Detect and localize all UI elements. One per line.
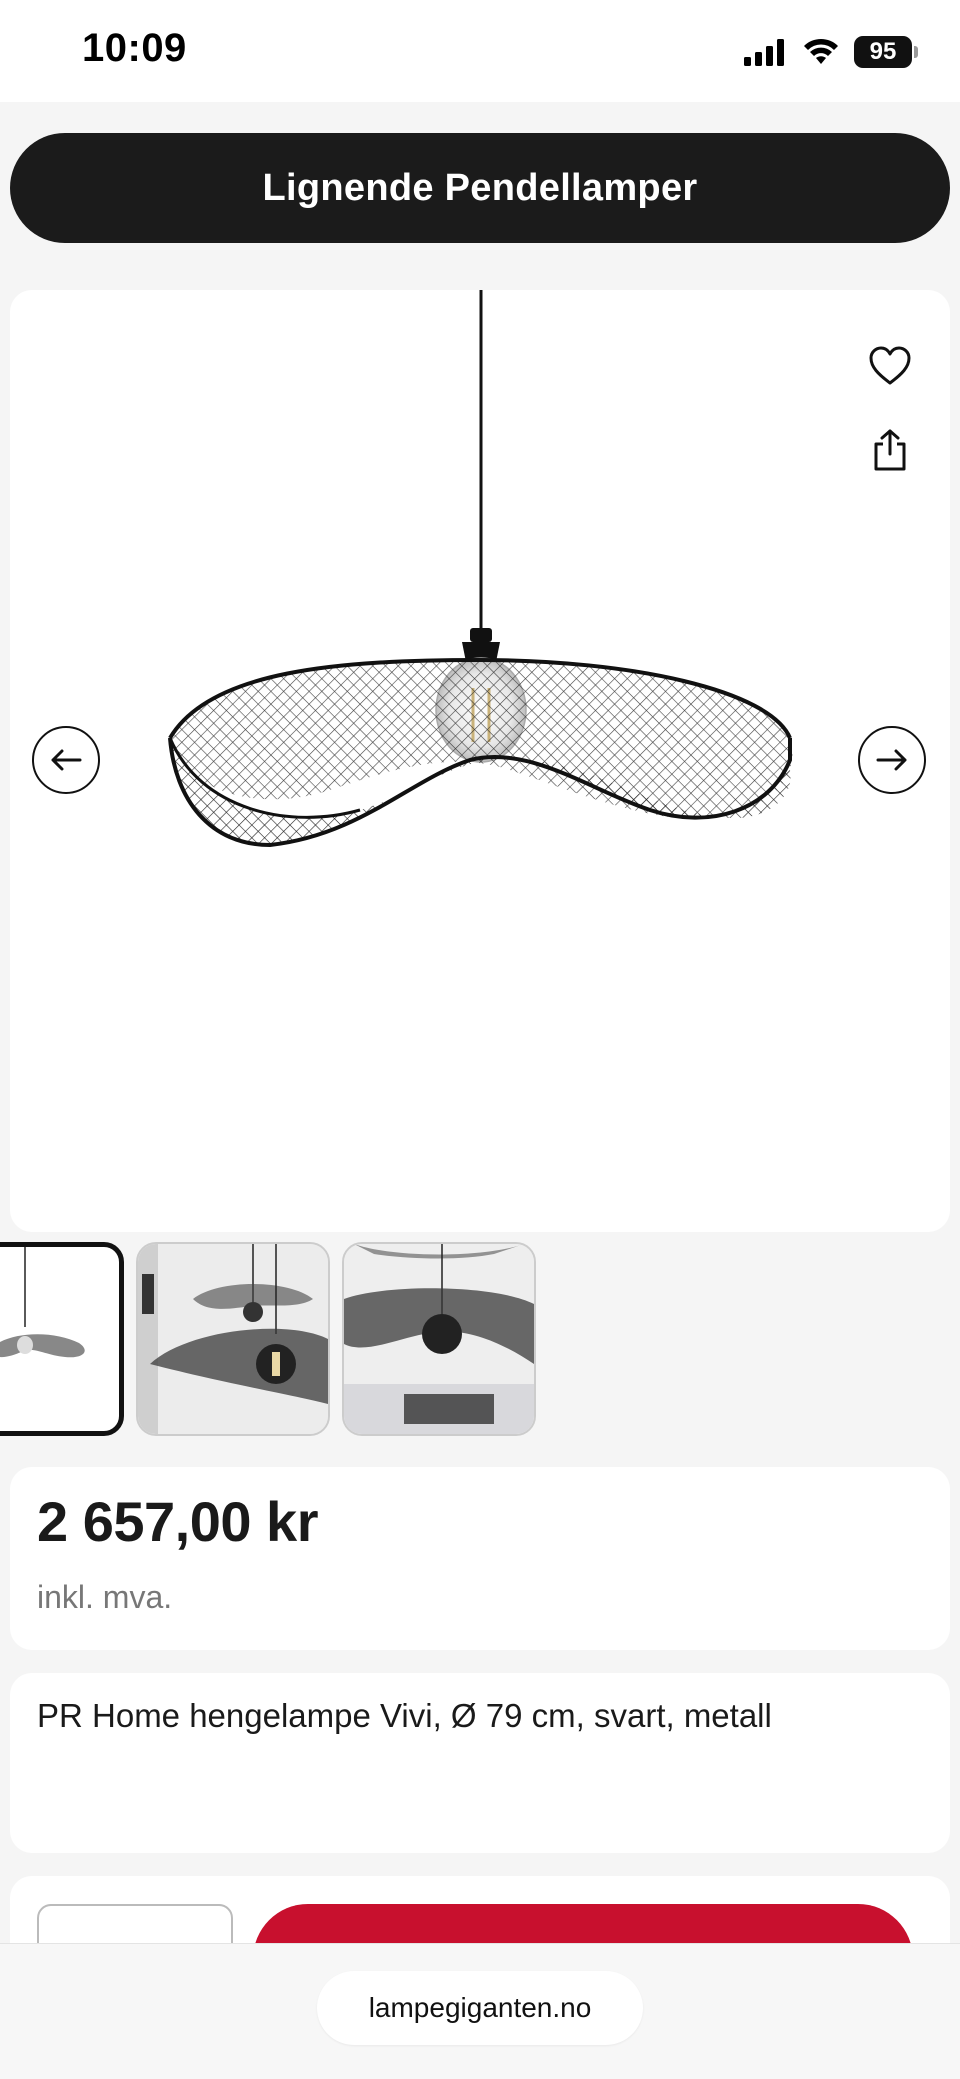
- browser-toolbar: lampegiganten.no: [0, 1943, 960, 2079]
- thumbnail-1[interactable]: [0, 1242, 124, 1436]
- status-icons: 95: [744, 34, 918, 70]
- heart-icon: [869, 346, 911, 385]
- arrow-left-icon: [51, 749, 82, 771]
- arrow-right-icon: [876, 749, 907, 771]
- previous-image-button[interactable]: [32, 726, 100, 794]
- address-bar[interactable]: lampegiganten.no: [317, 1971, 643, 2045]
- battery-icon: 95: [854, 36, 918, 68]
- vat-note: inkl. mva.: [37, 1579, 173, 1615]
- signal-icon: [744, 39, 784, 66]
- price-card: 2 657,00 kr inkl. mva.: [10, 1467, 950, 1650]
- status-bar: 10:09 95: [0, 0, 960, 102]
- wifi-icon: [804, 38, 838, 64]
- thumbnail-image: [138, 1244, 328, 1434]
- header-title: Lignende Pendellamper: [262, 166, 698, 209]
- product-image-gallery[interactable]: [10, 290, 950, 1232]
- favorite-button[interactable]: [860, 336, 920, 396]
- product-title-card: PR Home hengelampe Vivi, Ø 79 cm, svart,…: [10, 1673, 950, 1853]
- product-title: PR Home hengelampe Vivi, Ø 79 cm, svart,…: [37, 1697, 772, 1734]
- thumbnail-3[interactable]: [342, 1242, 536, 1436]
- product-image: [168, 290, 793, 848]
- share-icon: [874, 429, 906, 471]
- thumbnail-image: [0, 1247, 85, 1358]
- thumbnail-2[interactable]: [136, 1242, 330, 1436]
- url-text: lampegiganten.no: [368, 1992, 592, 2023]
- next-image-button[interactable]: [858, 726, 926, 794]
- status-time: 10:09: [82, 26, 187, 70]
- product-price: 2 657,00 kr: [37, 1490, 318, 1553]
- battery-level: 95: [869, 38, 897, 65]
- thumbnail-image: [344, 1244, 534, 1434]
- similar-lamps-button[interactable]: Lignende Pendellamper: [10, 133, 950, 243]
- share-button[interactable]: [860, 420, 920, 480]
